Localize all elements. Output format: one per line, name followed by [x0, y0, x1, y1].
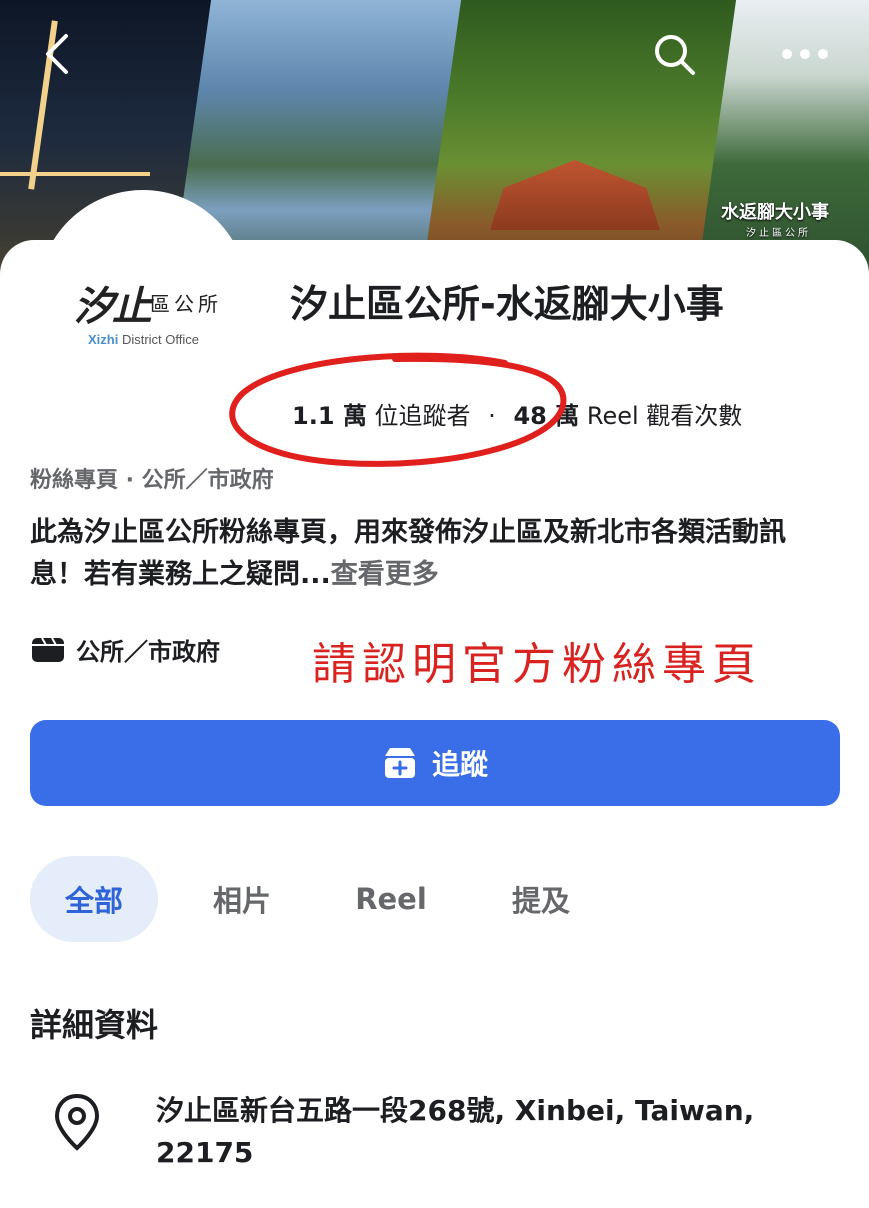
- reel-views-label: Reel 觀看次數: [586, 402, 743, 430]
- page-type-label: 公所／市政府: [76, 638, 220, 666]
- follow-button-label: 追蹤: [431, 748, 488, 781]
- more-horizontal-icon[interactable]: [775, 30, 835, 78]
- page-category: 粉絲專頁 · 公所／市政府: [30, 468, 274, 493]
- logo-side-text: 區公所: [150, 292, 222, 316]
- tab-mentions[interactable]: 提及: [456, 856, 626, 942]
- tab-reel[interactable]: Reel: [326, 856, 456, 942]
- page-type-row: 公所／市政府: [30, 632, 220, 667]
- back-arrow-icon[interactable]: [38, 30, 78, 78]
- logo-main-text: 汐止: [74, 283, 152, 330]
- search-icon[interactable]: [650, 30, 698, 78]
- content-tabs: 全部 相片 Reel 提及: [30, 856, 626, 942]
- cover-subcaption: 汐止區公所: [746, 228, 811, 239]
- address-text: 汐止區新台五路一段268號, Xinbei, Taiwan, 22175: [156, 1094, 755, 1169]
- page-title: 汐止區公所-水返腳大小事: [290, 282, 724, 326]
- logo-english-text: Xizhi District Office: [88, 332, 200, 347]
- follow-page-icon: [384, 748, 415, 778]
- clapperboard-icon: [32, 637, 64, 662]
- page-logo: 汐止 區公所 Xizhi District Office: [74, 274, 244, 354]
- follow-button[interactable]: 追蹤: [30, 720, 840, 806]
- tab-all[interactable]: 全部: [30, 856, 158, 942]
- details-section-title: 詳細資料: [30, 1006, 159, 1044]
- location-pin-icon: [54, 1093, 100, 1151]
- red-highlight-circle: [229, 352, 567, 467]
- see-more-link[interactable]: 查看更多: [331, 559, 439, 590]
- official-page-annotation: 請認明官方粉絲專頁: [312, 639, 762, 690]
- cover-caption: 水返腳大小事: [721, 202, 829, 223]
- bridge-deck: [0, 172, 150, 176]
- tab-photos[interactable]: 相片: [158, 856, 326, 942]
- page-bio: 此為汐止區公所粉絲專頁，用來發佈汐止區及新北市各類活動訊息！若有業務上之疑問..…: [30, 512, 830, 596]
